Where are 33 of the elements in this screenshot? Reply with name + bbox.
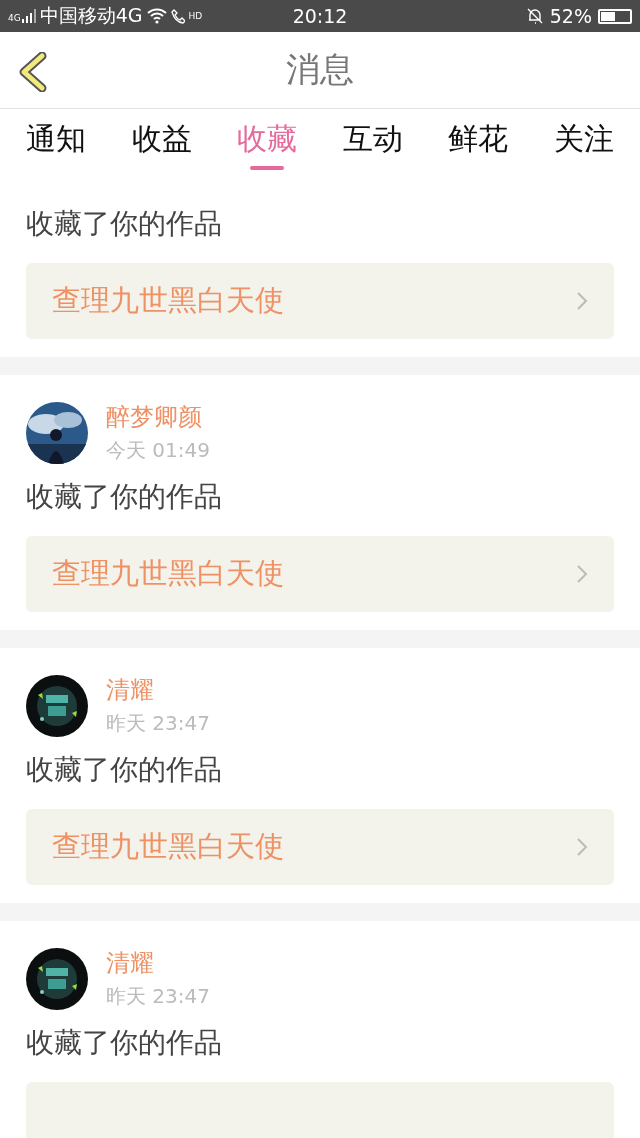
message-time: 昨天 23:47 [106, 983, 210, 1010]
work-link[interactable]: 查理九世黑白天使 [26, 263, 614, 339]
battery-percent: 52% [549, 5, 592, 27]
tab[interactable]: 收藏 [231, 109, 304, 181]
tab[interactable]: 收益 [125, 109, 198, 181]
tab[interactable]: 鲜花 [442, 109, 515, 181]
tab[interactable]: 关注 [547, 109, 620, 181]
call-label: HD [188, 11, 203, 21]
wifi-icon [146, 8, 167, 24]
user-name[interactable]: 醉梦卿颜 [106, 401, 210, 433]
phone-icon [170, 8, 185, 24]
work-link[interactable]: 查理九世黑白天使 [26, 536, 614, 612]
clock: 20:12 [292, 5, 348, 27]
tab[interactable]: 互动 [336, 109, 409, 181]
user-name[interactable]: 清耀 [106, 674, 210, 706]
user-name[interactable]: 清耀 [106, 947, 210, 979]
bell-muted-icon [525, 7, 544, 25]
page-title: 消息 [286, 48, 354, 91]
tab[interactable]: 通知 [20, 109, 92, 181]
message-time: 昨天 23:47 [106, 710, 210, 737]
network-type: 4G [8, 14, 21, 23]
message-text: 收藏了你的作品 [26, 1025, 223, 1061]
chevron-right-icon [576, 291, 588, 311]
chevron-right-icon [576, 837, 588, 857]
message-text: 收藏了你的作品 [26, 479, 223, 515]
battery-icon [598, 8, 632, 24]
chevron-right-icon [576, 564, 588, 584]
work-link[interactable]: 查理九世黑白天使 [26, 809, 614, 885]
message-time: 今天 01:49 [106, 437, 210, 464]
signal-icon [21, 9, 36, 23]
message-text: 收藏了你的作品 [26, 206, 223, 242]
carrier-name: 中国移动4G [39, 3, 143, 28]
message-text: 收藏了你的作品 [26, 752, 223, 788]
